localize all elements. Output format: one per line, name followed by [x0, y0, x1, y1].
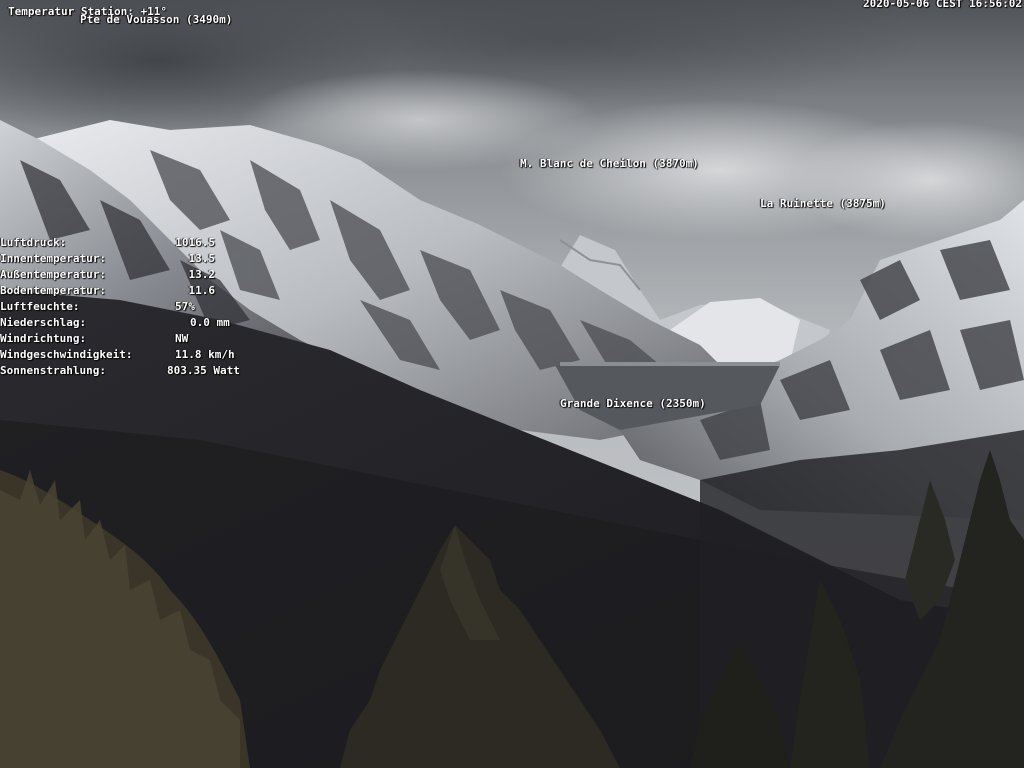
weather-value: 1016.5	[175, 236, 215, 249]
weather-label: Außentemperatur:	[0, 268, 106, 281]
peak-label-blanc-de-cheilon: M. Blanc de Cheilon (3870m)	[520, 157, 699, 170]
weather-label: Luftdruck:	[0, 236, 67, 249]
weather-value: 11.6	[188, 284, 216, 297]
weather-row-bodentemperatur: Bodentemperatur: 11.6	[0, 285, 270, 301]
weather-row-aussentemperatur: Außentemperatur: 13.2	[0, 269, 270, 285]
weather-label: Windrichtung:	[0, 332, 87, 345]
weather-data-panel: Luftdruck: 1016.5 Innentemperatur: 13.5 …	[0, 237, 270, 381]
peak-label-la-ruinette: La Ruinette (3875m)	[760, 197, 886, 210]
weather-row-luftfeuchte: Luftfeuchte: 57%	[0, 301, 270, 317]
weather-value: 803.35 Watt	[167, 364, 240, 377]
weather-value: NW	[175, 332, 189, 345]
weather-label: Sonnenstrahlung:	[0, 364, 106, 377]
weather-value: 0.0 mm	[190, 316, 230, 329]
weather-row-niederschlag: Niederschlag: 0.0 mm	[0, 317, 270, 333]
weather-value: 13.2	[188, 268, 216, 281]
weather-row-windrichtung: Windrichtung: NW	[0, 333, 270, 349]
peak-label-vouasson: Pte de Vouasson (3490m)	[80, 13, 233, 26]
weather-label: Niederschlag:	[0, 316, 87, 329]
webcam-view: Temperatur Station: +11° Pte de Vouasson…	[0, 0, 1024, 768]
weather-label: Innentemperatur:	[0, 252, 106, 265]
weather-row-windgeschwindigkeit: Windgeschwindigkeit: 11.8 km/h	[0, 349, 270, 365]
weather-label: Luftfeuchte:	[0, 300, 80, 313]
weather-label: Bodentemperatur:	[0, 284, 106, 297]
timestamp: 2020-05-06 CEST 16:56:02	[863, 0, 1022, 10]
peak-label-grande-dixence: Grande Dixence (2350m)	[560, 397, 706, 410]
weather-row-sonnenstrahlung: Sonnenstrahlung: 803.35 Watt	[0, 365, 270, 381]
weather-value: 11.8 km/h	[175, 348, 235, 361]
weather-row-luftdruck: Luftdruck: 1016.5	[0, 237, 270, 253]
weather-value: 57%	[175, 300, 195, 313]
weather-row-innentemperatur: Innentemperatur: 13.5	[0, 253, 270, 269]
mountain-landscape	[0, 0, 1024, 768]
weather-label: Windgeschwindigkeit:	[0, 348, 133, 361]
weather-value: 13.5	[188, 252, 216, 265]
